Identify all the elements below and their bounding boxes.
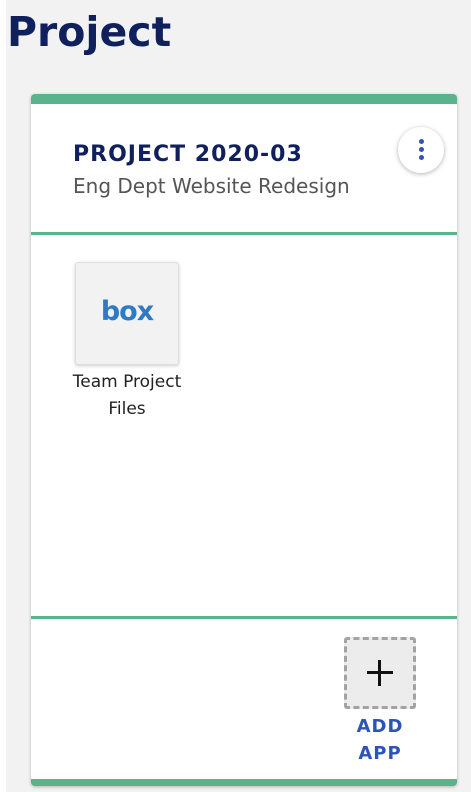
project-card-apps: box Team Project Files	[31, 235, 457, 619]
page-title: Project	[7, 8, 172, 56]
project-code: PROJECT 2020-03	[73, 142, 303, 167]
box-logo-icon: box	[100, 296, 154, 327]
add-app-button[interactable]	[344, 637, 416, 709]
project-menu-button[interactable]	[398, 127, 444, 173]
project-card: PROJECT 2020-03 Eng Dept Website Redesig…	[31, 94, 457, 786]
app-tile-team-project-files[interactable]: box	[75, 262, 179, 365]
add-app-label[interactable]: ADD APP	[335, 713, 425, 767]
app-label[interactable]: Team Project Files	[71, 369, 183, 423]
page-left-edge	[0, 0, 6, 792]
project-card-header: PROJECT 2020-03 Eng Dept Website Redesig…	[31, 104, 457, 235]
project-card-footer: ADD APP	[31, 619, 457, 779]
project-name: Eng Dept Website Redesign	[73, 174, 350, 198]
